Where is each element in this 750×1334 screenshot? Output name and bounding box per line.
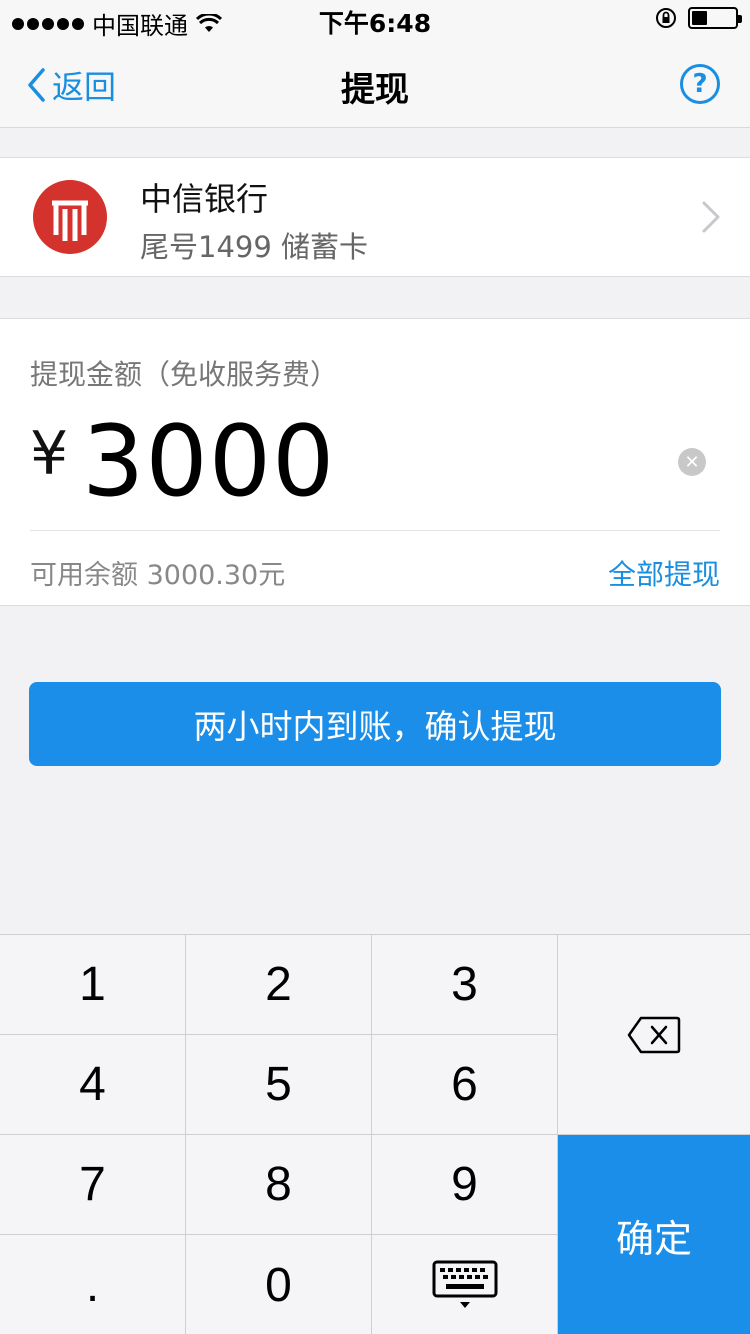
battery-icon (688, 7, 742, 29)
key-6[interactable]: 6 (372, 1035, 558, 1135)
key-8[interactable]: 8 (186, 1135, 372, 1235)
key-5[interactable]: 5 (186, 1035, 372, 1135)
amount-label: 提现金额（免收服务费） (30, 358, 339, 391)
divider (30, 530, 720, 531)
amount-input[interactable]: 3000 (82, 405, 335, 519)
chevron-right-icon (702, 201, 720, 233)
clear-amount-button[interactable]: ✕ (678, 448, 706, 476)
citic-bank-logo (33, 180, 107, 254)
clear-icon: ✕ (684, 451, 700, 473)
backspace-button[interactable] (558, 935, 750, 1135)
status-right (654, 6, 742, 30)
hide-keyboard-button[interactable] (372, 1235, 558, 1334)
available-balance: 可用余额 3000.30元 (30, 560, 286, 591)
bank-card-selector[interactable]: 中信银行 尾号1499 储蓄卡 (0, 157, 750, 277)
key-0[interactable]: 0 (186, 1235, 372, 1334)
status-bar: 中国联通 下午6:48 (0, 0, 750, 40)
rotation-lock-icon (656, 8, 676, 28)
confirm-withdraw-button[interactable]: 两小时内到账，确认提现 (29, 682, 721, 766)
status-time: 下午6:48 (318, 9, 432, 38)
key-2[interactable]: 2 (186, 935, 372, 1035)
amount-panel: 提现金额（免收服务费） ¥ 3000 ✕ 可用余额 3000.30元 全部提现 (0, 318, 750, 606)
key-4[interactable]: 4 (0, 1035, 186, 1135)
page-title: 提现 (341, 70, 409, 110)
bank-name: 中信银行 (140, 180, 269, 218)
keyboard-hide-icon (432, 1260, 497, 1308)
withdraw-all-link[interactable]: 全部提现 (608, 553, 720, 593)
key-9[interactable]: 9 (372, 1135, 558, 1235)
key-7[interactable]: 7 (0, 1135, 186, 1235)
navigation-bar: 返回 提现 ? (0, 40, 750, 128)
numeric-keypad: 1 2 3 4 5 6 7 8 9 . 0 确定 (0, 934, 750, 1334)
backspace-icon (627, 1016, 681, 1053)
key-decimal[interactable]: . (0, 1235, 186, 1334)
battery-level (692, 11, 707, 25)
keypad-confirm-button[interactable]: 确定 (558, 1135, 750, 1334)
help-icon: ? (692, 69, 708, 99)
currency-symbol: ¥ (30, 419, 69, 489)
bank-card-info: 尾号1499 储蓄卡 (140, 230, 369, 264)
key-3[interactable]: 3 (372, 935, 558, 1035)
help-button[interactable]: ? (680, 64, 720, 104)
key-1[interactable]: 1 (0, 935, 186, 1035)
